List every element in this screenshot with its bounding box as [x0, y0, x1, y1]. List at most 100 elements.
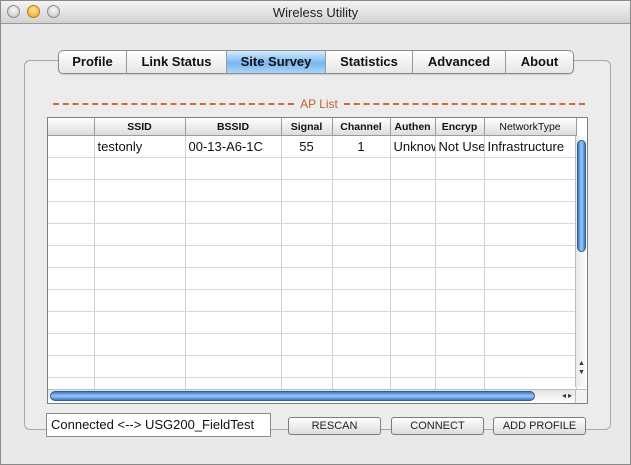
table-row[interactable] — [48, 311, 577, 334]
table-cell — [484, 157, 577, 180]
table-cell — [435, 333, 485, 356]
table-cell — [390, 355, 436, 378]
table-cell — [390, 223, 436, 246]
table-row[interactable]: testonly00-13-A6-1C551UnknowNot UseInfra… — [48, 135, 577, 158]
horizontal-scroll-arrows[interactable]: ◂▸ — [562, 390, 574, 402]
table-cell — [435, 179, 485, 202]
table-cell: testonly — [94, 135, 186, 158]
table-cell — [94, 179, 186, 202]
tab-bar: Profile Link Status Site Survey Statisti… — [58, 50, 574, 74]
table-cell — [94, 267, 186, 290]
table-row[interactable] — [48, 355, 577, 378]
horizontal-scroll-thumb[interactable] — [50, 391, 535, 401]
table-cell — [281, 267, 333, 290]
table-cell — [94, 355, 186, 378]
table-cell — [435, 267, 485, 290]
tab-profile[interactable]: Profile — [59, 51, 127, 73]
vertical-scrollbar[interactable]: ▲ ▼ — [575, 136, 587, 387]
table-cell — [94, 311, 186, 334]
table-row[interactable] — [48, 333, 577, 356]
table-cell — [48, 333, 95, 356]
table-cell — [435, 157, 485, 180]
table-cell — [94, 289, 186, 312]
table-row[interactable] — [48, 289, 577, 312]
table-cell — [435, 289, 485, 312]
table-cell — [484, 179, 577, 202]
table-row[interactable] — [48, 157, 577, 180]
connect-button[interactable]: CONNECT — [391, 417, 484, 435]
ap-list-table[interactable]: SSID BSSID Signal Channel Authen Encryp … — [47, 117, 588, 404]
table-cell: Not Use — [435, 135, 485, 158]
table-cell — [435, 245, 485, 268]
tab-about[interactable]: About — [506, 51, 573, 73]
table-cell — [185, 333, 282, 356]
ap-list-heading: AP List — [53, 97, 585, 111]
table-cell — [390, 201, 436, 224]
tab-link-status[interactable]: Link Status — [127, 51, 227, 73]
tab-site-survey[interactable]: Site Survey — [227, 51, 326, 73]
add-profile-button[interactable]: ADD PROFILE — [493, 417, 586, 435]
table-cell — [94, 201, 186, 224]
table-row[interactable] — [48, 223, 577, 246]
column-header-signal[interactable]: Signal — [281, 118, 333, 136]
table-cell — [94, 245, 186, 268]
table-cell — [48, 289, 95, 312]
column-header-bssid[interactable]: BSSID — [185, 118, 282, 136]
table-cell — [484, 245, 577, 268]
table-cell — [390, 267, 436, 290]
table-cell — [185, 223, 282, 246]
column-header-authen[interactable]: Authen — [390, 118, 436, 136]
title-bar[interactable]: Wireless Utility — [1, 1, 630, 24]
table-cell — [332, 223, 391, 246]
column-header[interactable] — [48, 118, 95, 136]
table-row[interactable] — [48, 201, 577, 224]
table-row[interactable] — [48, 179, 577, 202]
table-cell — [484, 223, 577, 246]
column-header-ssid[interactable]: SSID — [94, 118, 186, 136]
table-cell — [48, 201, 95, 224]
table-cell — [185, 311, 282, 334]
table-cell — [484, 311, 577, 334]
window-title: Wireless Utility — [272, 5, 359, 20]
table-cell — [281, 157, 333, 180]
table-cell — [390, 311, 436, 334]
table-cell — [484, 289, 577, 312]
table-row[interactable] — [48, 245, 577, 268]
table-cell: Infrastructure — [484, 135, 577, 158]
table-cell — [484, 355, 577, 378]
table-cell — [48, 267, 95, 290]
table-cell — [48, 311, 95, 334]
column-header-networktype[interactable]: NetworkType — [484, 118, 577, 136]
connection-status-field: Connected <--> USG200_FieldTest — [46, 413, 271, 437]
table-cell — [484, 267, 577, 290]
table-cell — [185, 267, 282, 290]
column-header-encryp[interactable]: Encryp — [435, 118, 485, 136]
column-header-channel[interactable]: Channel — [332, 118, 391, 136]
table-cell — [332, 355, 391, 378]
horizontal-scrollbar[interactable]: ◂▸ — [48, 389, 576, 403]
vertical-scroll-arrows[interactable]: ▲ ▼ — [576, 359, 587, 387]
table-cell — [390, 157, 436, 180]
table-row[interactable] — [48, 267, 577, 290]
tab-statistics[interactable]: Statistics — [326, 51, 413, 73]
table-cell — [185, 245, 282, 268]
table-cell — [332, 311, 391, 334]
table-cell — [94, 333, 186, 356]
vertical-scroll-thumb[interactable] — [577, 140, 586, 252]
rescan-button[interactable]: RESCAN — [288, 417, 381, 435]
divider — [343, 103, 585, 105]
ap-list-title: AP List — [300, 97, 338, 111]
table-cell — [332, 201, 391, 224]
table-cell — [48, 223, 95, 246]
table-cell — [435, 355, 485, 378]
table-cell — [94, 223, 186, 246]
table-cell — [390, 289, 436, 312]
divider — [53, 103, 295, 105]
table-cell — [332, 333, 391, 356]
table-cell — [48, 157, 95, 180]
table-cell — [185, 201, 282, 224]
tab-advanced[interactable]: Advanced — [413, 51, 506, 73]
table-cell: 00-13-A6-1C — [185, 135, 282, 158]
table-cell — [390, 245, 436, 268]
table-cell: Unknow — [390, 135, 436, 158]
